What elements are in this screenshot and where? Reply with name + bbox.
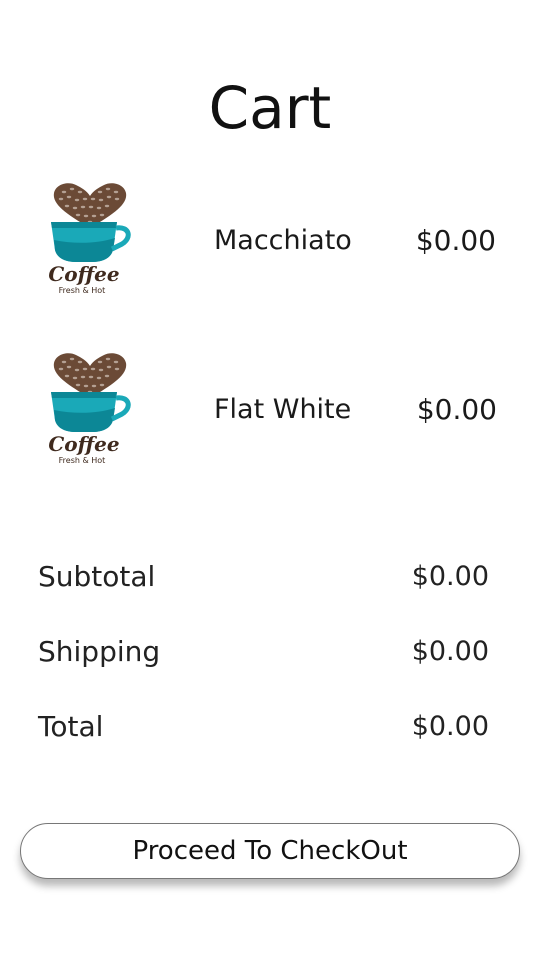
subtotal-label: Subtotal bbox=[38, 560, 156, 593]
total-label: Total bbox=[38, 710, 104, 743]
total-value: $0.00 bbox=[411, 711, 489, 742]
coffee-logo-image: Coffee Fresh & Hot bbox=[48, 353, 131, 465]
subtotal-row: Subtotal $0.00 bbox=[0, 557, 540, 597]
item-name: Macchiato bbox=[214, 225, 352, 256]
coffee-logo-image: Coffee Fresh & Hot bbox=[48, 183, 131, 295]
total-row: Total $0.00 bbox=[0, 707, 540, 747]
coffee-beans-heart bbox=[53, 183, 127, 228]
teal-cup bbox=[51, 392, 131, 432]
teal-cup bbox=[51, 222, 131, 262]
item-price: $0.00 bbox=[416, 393, 497, 426]
logo-word: Coffee bbox=[48, 262, 119, 286]
proceed-to-checkout-button[interactable]: Proceed To CheckOut bbox=[20, 823, 520, 879]
cart-item[interactable]: Coffee Fresh & Hot Flat White $0.00 bbox=[0, 348, 540, 478]
checkout-button-label: Proceed To CheckOut bbox=[132, 836, 408, 866]
logo-tagline: Fresh & Hot bbox=[59, 286, 106, 295]
cart-item[interactable]: Coffee Fresh & Hot Macchiato $0.00 bbox=[0, 178, 540, 308]
page-title: Cart bbox=[208, 74, 332, 142]
logo-word: Coffee bbox=[48, 432, 119, 456]
item-price: $0.00 bbox=[415, 224, 496, 257]
logo-tagline: Fresh & Hot bbox=[59, 456, 106, 465]
subtotal-value: $0.00 bbox=[411, 561, 489, 592]
item-name: Flat White bbox=[214, 394, 352, 425]
shipping-row: Shipping $0.00 bbox=[0, 632, 540, 672]
coffee-beans-heart bbox=[53, 353, 127, 398]
shipping-value: $0.00 bbox=[411, 636, 489, 667]
shipping-label: Shipping bbox=[38, 635, 161, 668]
